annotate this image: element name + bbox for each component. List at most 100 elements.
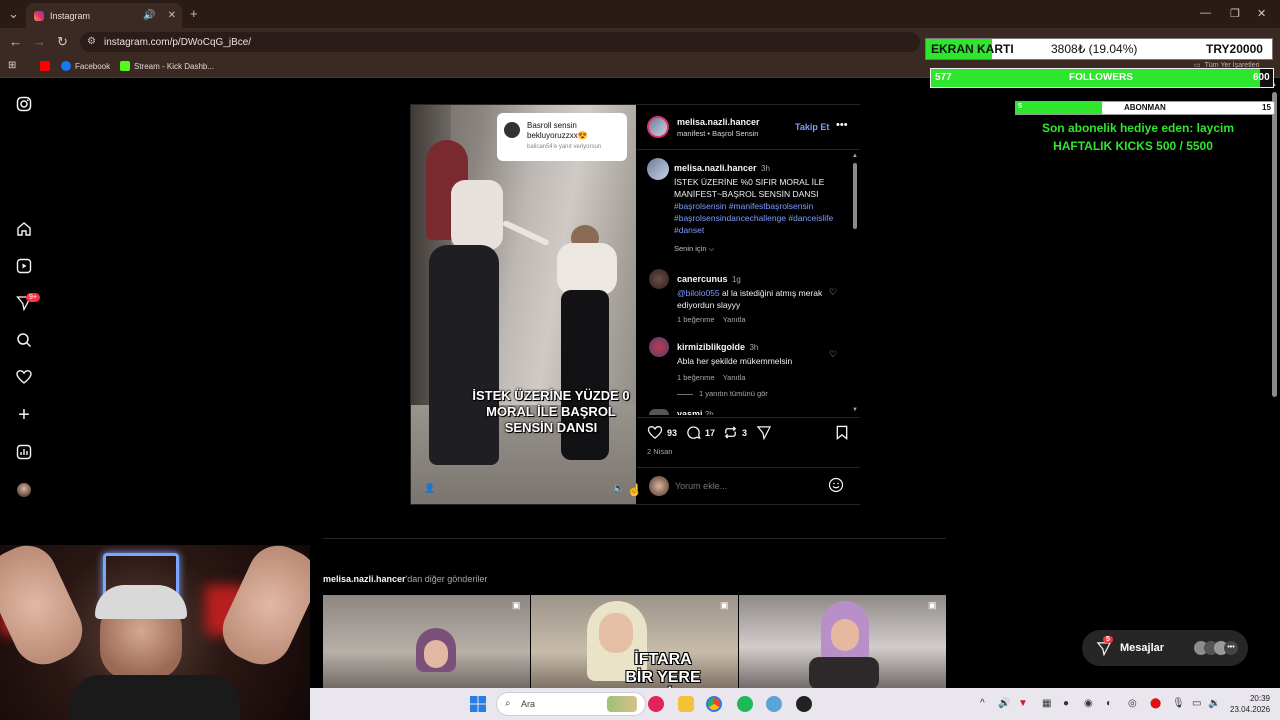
divider xyxy=(637,467,860,468)
search-icon[interactable] xyxy=(16,332,32,348)
comment-mention[interactable]: @bilolo055 xyxy=(677,288,720,298)
bookmark-kick[interactable]: Stream - Kick Dashb... xyxy=(120,61,214,71)
music-app-icon[interactable] xyxy=(648,696,664,712)
site-info-icon[interactable]: ⚙ xyxy=(87,36,96,47)
comment-reply[interactable]: Yanıtla xyxy=(723,373,746,382)
comment-likes[interactable]: 1 beğenme xyxy=(677,315,715,324)
comment-reply[interactable]: Yanıtla xyxy=(723,315,746,324)
messages-button[interactable]: Mesajlar ••• 5 xyxy=(1082,630,1248,666)
back-icon[interactable]: ← xyxy=(9,34,22,49)
tray-app-icon[interactable]: ◐ xyxy=(1106,698,1112,709)
comment-action[interactable]: 17 xyxy=(686,425,715,440)
chrome-icon[interactable] xyxy=(706,696,722,712)
thumb-body xyxy=(809,657,879,690)
more-post-thumb[interactable]: ▣ xyxy=(739,595,946,690)
gpu-goal-label: EKRAN KARTI xyxy=(931,42,1014,56)
obs-icon[interactable] xyxy=(796,696,812,712)
reels-icon[interactable] xyxy=(16,258,32,274)
url-field[interactable]: ⚙ instagram.com/p/DWoCqG_jBce/ xyxy=(80,32,920,52)
messages-avatars: ••• xyxy=(1194,641,1239,655)
settings-app-icon[interactable] xyxy=(766,696,782,712)
heart-icon[interactable] xyxy=(16,369,32,385)
follow-button[interactable]: Takip Et xyxy=(795,122,829,132)
caption-username[interactable]: melisa.nazli.hancer xyxy=(674,163,757,173)
dashboard-icon[interactable] xyxy=(16,444,32,460)
comment-bubble-icon xyxy=(687,426,701,440)
tab-instagram[interactable]: Instagram 🔊 ✕ xyxy=(26,3,182,28)
tray-chevron-icon[interactable]: ^ xyxy=(980,698,985,709)
tray-app-icon[interactable]: ▼ xyxy=(1018,698,1028,709)
share-icon[interactable] xyxy=(756,425,772,445)
bookmark-label: Facebook xyxy=(75,61,111,71)
comment-like-icon[interactable]: ♡ xyxy=(829,287,837,298)
volume-tray-icon[interactable]: 🔊 xyxy=(998,698,1010,709)
profile-avatar[interactable] xyxy=(16,482,32,498)
repost-action[interactable]: 3 xyxy=(723,425,747,440)
speaker-tray-icon[interactable]: 🔉 xyxy=(1208,698,1220,709)
network-tray-icon[interactable]: ▭ xyxy=(1192,698,1201,709)
close-window-button[interactable]: ✕ xyxy=(1257,7,1266,20)
file-explorer-icon[interactable] xyxy=(678,696,694,712)
comment-avatar[interactable] xyxy=(649,337,669,357)
create-plus-icon[interactable]: + xyxy=(16,405,32,425)
speaker-icon[interactable]: 🔊 xyxy=(143,10,155,21)
followers-current: 577 xyxy=(935,72,952,83)
bookmark-youtube[interactable] xyxy=(40,61,50,71)
reload-icon[interactable]: ↻ xyxy=(57,34,68,50)
spotify-icon[interactable] xyxy=(737,696,753,712)
author-subtitle[interactable]: manifest • Başrol Sensin xyxy=(677,129,758,138)
more-post-thumb[interactable]: ▣ xyxy=(323,595,530,690)
instagram-logo-icon[interactable] xyxy=(16,96,32,112)
forward-icon[interactable]: → xyxy=(33,34,46,49)
windows-start-icon[interactable] xyxy=(470,696,486,712)
new-tab-button[interactable]: + xyxy=(190,6,198,21)
more-posts-user[interactable]: melisa.nazli.hancer xyxy=(323,574,406,584)
tray-app-icon[interactable]: ● xyxy=(1063,698,1069,709)
senin-icin-dropdown[interactable]: Senin için ⌵ xyxy=(674,244,714,254)
tab-search-icon[interactable]: ⌄ xyxy=(8,6,19,22)
story-reply-card[interactable]: Basroll sensin bekluyoruzzxx😍 balican54'… xyxy=(497,113,627,161)
emoji-icon[interactable] xyxy=(828,477,844,498)
thumb-caption: İFTARA BİR YERE Mİ xyxy=(625,651,701,690)
page-scrollbar[interactable]: ▲ xyxy=(1270,82,1278,688)
subscriber-goal: 5 ABONMAN 15 xyxy=(1015,101,1275,115)
author-avatar[interactable] xyxy=(647,116,669,138)
taskbar-clock[interactable]: 20:39 23.04.2026 xyxy=(1230,693,1270,715)
apps-grid-icon[interactable]: ⊞ xyxy=(8,60,16,71)
more-post-thumb[interactable]: İFTARA BİR YERE Mİ ▣ xyxy=(531,595,738,690)
volume-icon[interactable]: 🔈 xyxy=(613,483,624,494)
author-username[interactable]: melisa.nazli.hancer xyxy=(677,117,760,127)
comment-like-icon[interactable]: ♡ xyxy=(829,349,837,360)
bookmark-facebook[interactable]: Facebook xyxy=(61,61,110,71)
thumb-face xyxy=(831,619,859,651)
comment-likes[interactable]: 1 beğenme xyxy=(677,373,715,382)
caption-avatar[interactable] xyxy=(647,158,669,180)
caption-hashtags[interactable]: #başrolsensin #manifestbaşrolsensin #baş… xyxy=(674,200,850,236)
minimize-button[interactable]: — xyxy=(1200,7,1211,19)
comment-input[interactable] xyxy=(675,479,815,493)
taskbar-search[interactable]: ⌕ Ara xyxy=(496,692,646,716)
post-video[interactable]: Basroll sensin bekluyoruzzxx😍 balican54'… xyxy=(411,105,636,504)
tray-app-icon[interactable]: ⬤ xyxy=(1150,698,1161,709)
save-bookmark-icon[interactable] xyxy=(835,425,849,445)
restore-button[interactable]: ❐ xyxy=(1230,7,1240,20)
tagged-user-icon[interactable]: 👤 xyxy=(424,483,435,494)
close-tab-icon[interactable]: ✕ xyxy=(168,10,176,21)
like-action[interactable]: 93 xyxy=(647,425,677,440)
tray-app-icon[interactable]: ▦ xyxy=(1042,698,1051,709)
comment-username[interactable]: canercunus xyxy=(677,274,728,284)
tray-app-icon[interactable]: ◉ xyxy=(1084,698,1093,709)
more-options-icon[interactable]: ••• xyxy=(836,119,848,131)
tray-app-icon[interactable]: ◎ xyxy=(1128,698,1137,709)
view-replies[interactable]: 1 yanıtın tümünü gör xyxy=(677,389,768,398)
comments-scrollbar[interactable]: ▲ ▼ xyxy=(852,153,858,415)
home-icon[interactable] xyxy=(16,221,32,237)
search-placeholder: Ara xyxy=(521,699,536,709)
like-count: 93 xyxy=(667,427,678,438)
post-date: 2 Nisan xyxy=(647,447,673,456)
story-subtext: balican54'e yanıt veriyorsun xyxy=(527,144,602,150)
microphone-tray-icon[interactable]: 🎙 xyxy=(1172,698,1185,709)
comment-avatar[interactable] xyxy=(649,269,669,289)
comment-username[interactable]: kirmiziblikgolde xyxy=(677,342,745,352)
gpu-donation-goal: EKRAN KARTI 3808₺ (19.04%) TRY20000 xyxy=(925,38,1273,60)
